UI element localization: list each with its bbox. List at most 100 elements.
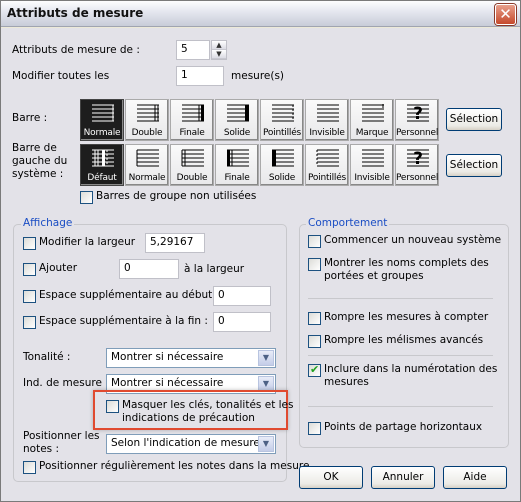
barline-option-personnel[interactable]: ? Personnel	[395, 144, 439, 186]
barline-option-double[interactable]: Double	[125, 99, 169, 141]
barline-option-label: Personnel	[396, 173, 439, 183]
barline-option-label: Normale	[128, 173, 166, 183]
barline-option-label: Solide	[223, 128, 251, 138]
barline-option-label: Pointillés	[262, 128, 302, 138]
barline-option-personnel[interactable]: ? Personnel	[395, 99, 439, 141]
barline-option-pointill-s[interactable]: Pointillés	[260, 99, 304, 141]
barline-option-label: Double	[176, 173, 208, 183]
barline-option-label: Normale	[83, 128, 121, 138]
new-system-checkbox[interactable]	[308, 235, 321, 248]
break-rests-checkbox[interactable]	[308, 312, 321, 325]
help-button[interactable]: Aide	[443, 466, 507, 489]
time-sig-label: Ind. de mesure	[23, 377, 102, 389]
svg-text:?: ?	[413, 104, 423, 122]
divider	[308, 298, 493, 299]
add-suffix: à la largeur	[184, 263, 245, 275]
measure-attrs-label: Attributs de mesure de :	[12, 44, 140, 56]
barline-option-pointill-s[interactable]: Pointillés	[305, 144, 349, 186]
barline-option-label: Finale	[179, 128, 205, 138]
barline-option-label: Invisible	[354, 173, 390, 183]
left-barline-selection-button[interactable]: Sélection	[446, 154, 502, 177]
hide-cautionary-label-2: indications de précaution	[122, 412, 255, 424]
modify-width-label: Modifier la largeur	[39, 236, 136, 248]
svg-text:?: ?	[413, 149, 423, 167]
extra-start-label: Espace supplémentaire au début	[39, 289, 213, 301]
time-sig-select-value: Montrer si nécessaire	[111, 377, 224, 389]
window-title: Attributs de mesure	[7, 6, 144, 20]
measure-number-spinner[interactable]: ▲ ▼	[211, 40, 227, 60]
position-notes-label-2: notes :	[23, 443, 60, 455]
barline-option-invisible[interactable]: Invisible	[305, 99, 349, 141]
barline-option-label: Marque	[355, 128, 389, 138]
chevron-down-icon[interactable]: ▼	[258, 350, 274, 366]
split-points-label: Points de partage horizontaux	[324, 421, 483, 433]
break-melismas-label: Rompre les mélismes avancés	[324, 334, 484, 346]
add-checkbox[interactable]	[23, 263, 36, 276]
key-select[interactable]: Montrer si nécessaire ▼	[106, 348, 276, 368]
key-label: Tonalité :	[23, 351, 71, 363]
barline-option-normale[interactable]: Normale	[125, 144, 169, 186]
barline-option-finale[interactable]: Finale	[215, 144, 259, 186]
extra-end-label: Espace supplémentaire à la fin :	[39, 315, 208, 327]
modify-width-checkbox[interactable]	[23, 237, 36, 250]
measure-number-input[interactable]: 5	[176, 40, 210, 60]
dialog-body: Attributs de mesure de : 5 ▲ ▼ Modifier …	[1, 28, 520, 501]
add-width-input[interactable]: 0	[119, 259, 179, 279]
break-melismas-checkbox[interactable]	[308, 335, 321, 348]
barline-option-double[interactable]: Double	[170, 144, 214, 186]
chevron-down-icon[interactable]: ▼	[258, 436, 274, 452]
barline-option-label: Défaut	[87, 173, 117, 183]
barline-option-solide[interactable]: Solide	[260, 144, 304, 186]
position-notes-label-1: Positionner les	[23, 430, 100, 442]
include-numbering-label-1: Inclure dans la numérotation des	[324, 363, 498, 375]
include-numbering-checkbox[interactable]	[308, 363, 321, 377]
evenly-position-checkbox[interactable]	[23, 461, 36, 474]
divider	[308, 355, 493, 356]
barline-option-solide[interactable]: Solide	[215, 99, 259, 141]
position-notes-select[interactable]: Selon l'indication de mesure ▼	[106, 434, 276, 454]
left-barline-label: Barre de gauche du système :	[12, 142, 68, 180]
extra-end-checkbox[interactable]	[23, 316, 36, 329]
barline-option-invisible[interactable]: Invisible	[350, 144, 394, 186]
modify-every-label: Modifier toutes les	[12, 70, 110, 82]
barline-option-finale[interactable]: Finale	[170, 99, 214, 141]
barline-option-label: Solide	[268, 173, 296, 183]
divider	[308, 406, 493, 407]
hide-cautionary-checkbox[interactable]	[106, 400, 119, 413]
modify-width-input[interactable]: 5,29167	[145, 233, 205, 253]
barline-option-label: Pointillés	[307, 173, 347, 183]
barline-option-d-faut[interactable]: Défaut	[80, 144, 124, 186]
split-points-checkbox[interactable]	[308, 422, 321, 435]
barline-option-label: Double	[131, 128, 163, 138]
barline-option-label: Personnel	[396, 128, 439, 138]
modify-every-unit: mesure(s)	[231, 70, 285, 82]
cancel-button[interactable]: Annuler	[371, 466, 435, 489]
behavior-group-title: Comportement	[306, 217, 390, 229]
modify-every-input[interactable]: 1	[176, 66, 224, 86]
barline-option-label: Finale	[224, 173, 250, 183]
spin-down-icon[interactable]: ▼	[212, 50, 226, 59]
extra-start-checkbox[interactable]	[23, 290, 36, 303]
extra-start-input[interactable]: 0	[213, 286, 271, 306]
unused-group-bars-label: Barres de groupe non utilisées	[96, 190, 257, 202]
barline-option-label: Invisible	[309, 128, 345, 138]
full-names-label-1: Montrer les noms complets des	[324, 257, 489, 269]
unused-group-bars-checkbox[interactable]	[80, 191, 93, 204]
barline-option-marque[interactable]: Marque	[350, 99, 394, 141]
new-system-label: Commencer un nouveau système	[324, 234, 502, 246]
close-button[interactable]: ✕	[495, 4, 516, 25]
break-rests-label: Rompre les mesures à compter	[324, 311, 489, 323]
ok-button[interactable]: OK	[299, 466, 363, 489]
evenly-position-label: Positionner régulièrement les notes dans…	[39, 460, 310, 472]
spin-up-icon[interactable]: ▲	[212, 41, 226, 50]
extra-end-input[interactable]: 0	[213, 312, 271, 332]
position-notes-select-value: Selon l'indication de mesure	[111, 437, 260, 449]
hide-cautionary-label-1: Masquer les clés, tonalités et les	[122, 399, 294, 411]
include-numbering-label-2: mesures	[324, 376, 369, 388]
full-names-checkbox[interactable]	[308, 258, 321, 271]
key-select-value: Montrer si nécessaire	[111, 351, 224, 363]
add-label: Ajouter	[39, 262, 78, 274]
barline-selection-button[interactable]: Sélection	[446, 108, 502, 131]
barline-option-normale[interactable]: Normale	[80, 99, 124, 141]
full-names-label-2: portées et groupes	[324, 270, 424, 282]
